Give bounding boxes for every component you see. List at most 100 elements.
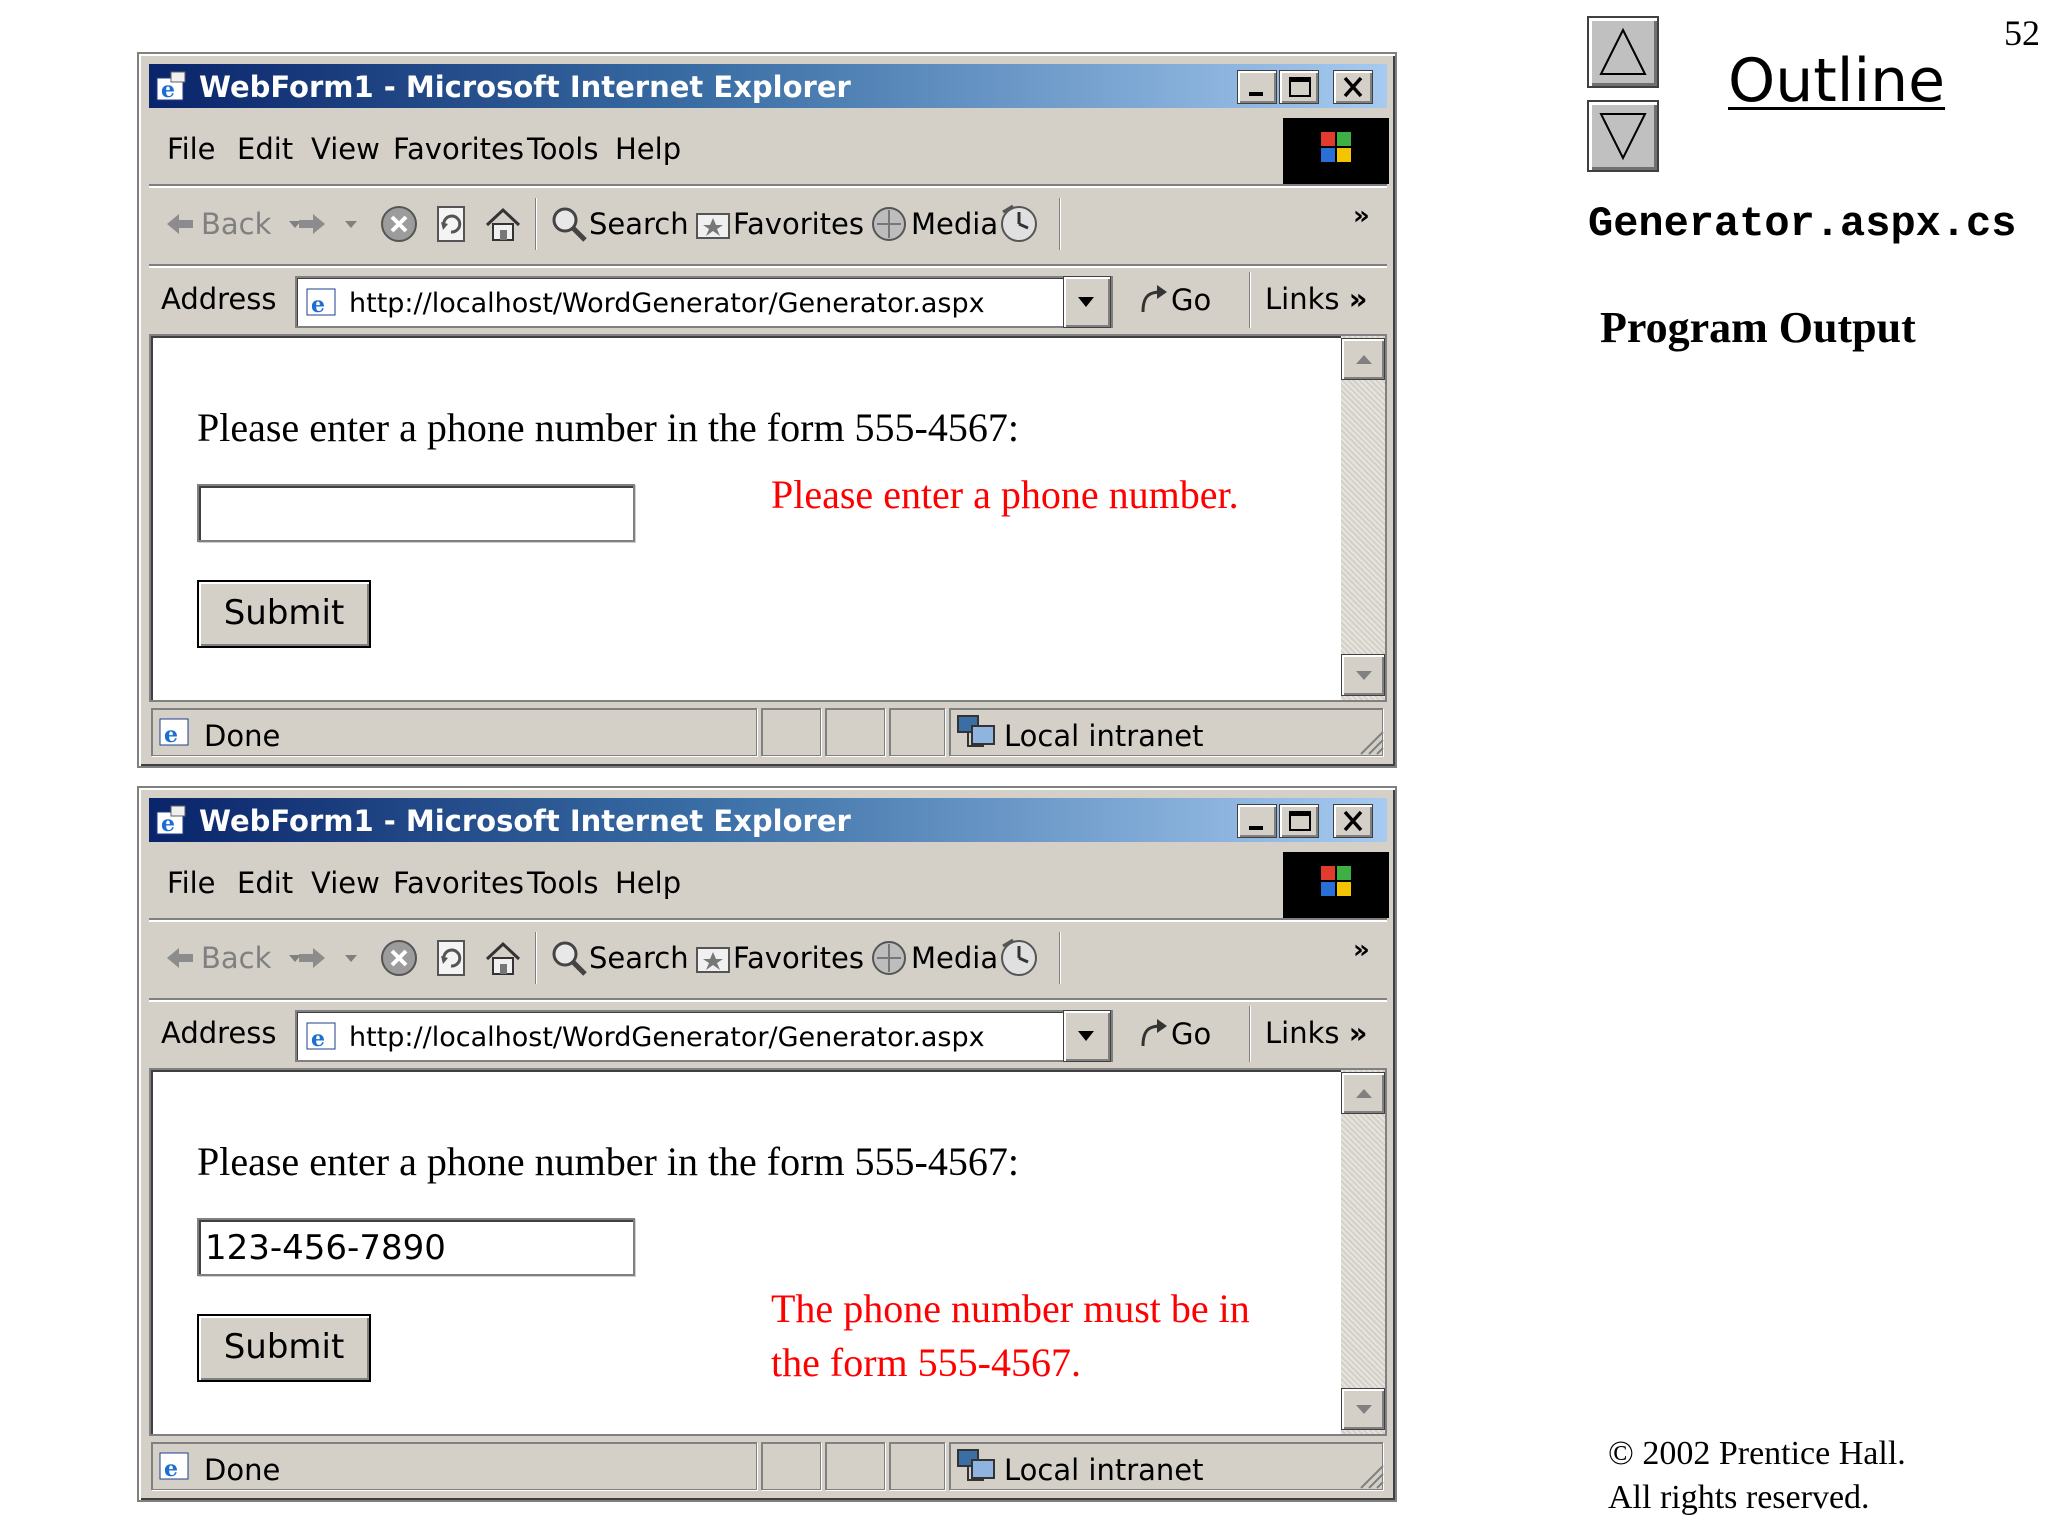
maximize-button[interactable] (1279, 70, 1319, 104)
favorites-button[interactable]: Favorites (693, 200, 864, 248)
title-bar[interactable]: e WebForm1 - Microsoft Internet Explorer (149, 798, 1387, 842)
history-button[interactable] (997, 934, 1041, 982)
chevron-down-icon (345, 955, 357, 962)
title-bar[interactable]: e WebForm1 - Microsoft Internet Explorer (149, 64, 1387, 108)
status-pane-empty (761, 1442, 821, 1490)
status-zone-pane: Local intranet (949, 708, 1383, 756)
close-button[interactable] (1333, 804, 1373, 838)
minimize-button[interactable] (1237, 70, 1277, 104)
menu-help[interactable]: Help (615, 132, 681, 166)
forward-arrow-icon (299, 214, 325, 234)
validation-error-message: The phone number must be in the form 555… (771, 1282, 1311, 1390)
toolbar-overflow-chevron[interactable]: » (1353, 192, 1370, 240)
back-label: Back (201, 207, 272, 241)
ie-logo-icon: e (156, 805, 186, 836)
vertical-scrollbar[interactable] (1341, 336, 1385, 700)
svg-text:e: e (164, 722, 178, 748)
status-zone-text: Local intranet (1004, 719, 1204, 753)
favorites-label: Favorites (733, 207, 864, 241)
address-url: http://localhost/WordGenerator/Generator… (349, 288, 985, 319)
svg-text:e: e (311, 1026, 325, 1052)
scroll-down-button[interactable] (1341, 1388, 1385, 1430)
nav-up-button[interactable] (1587, 16, 1659, 88)
refresh-button[interactable] (431, 200, 471, 248)
links-label: Links (1265, 282, 1340, 316)
outline-link[interactable]: Outline (1728, 46, 1945, 116)
search-button[interactable]: Search (549, 200, 689, 248)
home-button[interactable] (483, 934, 523, 982)
menu-tools[interactable]: Tools (527, 132, 598, 166)
page-content: Please enter a phone number in the form … (149, 1068, 1387, 1436)
scroll-up-arrow-icon (1356, 1089, 1372, 1098)
media-button[interactable]: Media (869, 934, 998, 982)
copyright-notice: © 2002 Prentice Hall. All rights reserve… (1608, 1432, 1906, 1520)
submit-button[interactable]: Submit (197, 580, 371, 648)
address-input[interactable]: e http://localhost/WordGenerator/Generat… (295, 276, 1113, 328)
back-button[interactable]: Back (163, 934, 311, 982)
forward-button[interactable] (295, 934, 367, 982)
submit-button[interactable]: Submit (197, 1314, 371, 1382)
menu-file[interactable]: File (167, 866, 216, 900)
search-button[interactable]: Search (549, 934, 689, 982)
address-dropdown-button[interactable] (1063, 276, 1111, 328)
nav-down-button[interactable] (1587, 100, 1659, 172)
toolbar-separator (535, 198, 537, 250)
phone-input[interactable]: 123-456-7890 (197, 1218, 635, 1276)
links-button[interactable]: Links » (1265, 282, 1367, 316)
stop-button[interactable] (379, 200, 419, 248)
address-bar: Address e http://localhost/WordGenerator… (149, 266, 1387, 332)
refresh-button[interactable] (431, 934, 471, 982)
scroll-down-button[interactable] (1341, 654, 1385, 696)
links-button[interactable]: Links » (1265, 1016, 1367, 1050)
maximize-button[interactable] (1279, 804, 1319, 838)
status-pane-empty (761, 708, 821, 756)
maximize-icon (1289, 811, 1311, 831)
ie-page-icon: e (306, 288, 336, 318)
address-url: http://localhost/WordGenerator/Generator… (349, 1022, 985, 1053)
toolbar-overflow-chevron[interactable]: » (1353, 926, 1370, 974)
menu-help[interactable]: Help (615, 866, 681, 900)
menu-view[interactable]: View (311, 132, 380, 166)
menu-view[interactable]: View (311, 866, 380, 900)
scroll-down-arrow-icon (1356, 1405, 1372, 1414)
address-label: Address (161, 282, 277, 316)
status-text: Done (204, 1453, 281, 1487)
home-button[interactable] (483, 200, 523, 248)
back-button[interactable]: Back (163, 200, 311, 248)
resize-grip-icon[interactable] (1357, 728, 1385, 756)
status-bar: e Done Local intranet (149, 1440, 1387, 1492)
error-line-1: The phone number must be in (771, 1286, 1250, 1331)
go-button[interactable]: Go (1135, 282, 1211, 318)
menu-favorites[interactable]: Favorites (393, 132, 524, 166)
search-label: Search (589, 207, 689, 241)
address-input[interactable]: e http://localhost/WordGenerator/Generat… (295, 1010, 1113, 1062)
history-button[interactable] (997, 200, 1041, 248)
vertical-scrollbar[interactable] (1341, 1070, 1385, 1434)
menu-file[interactable]: File (167, 132, 216, 166)
minimize-button[interactable] (1237, 804, 1277, 838)
forward-button[interactable] (295, 200, 367, 248)
go-button[interactable]: Go (1135, 1016, 1211, 1052)
phone-input[interactable] (197, 484, 635, 542)
resize-grip-icon[interactable] (1357, 1462, 1385, 1490)
scroll-up-button[interactable] (1341, 1072, 1385, 1114)
stop-button[interactable] (379, 934, 419, 982)
menu-favorites[interactable]: Favorites (393, 866, 524, 900)
phone-prompt: Please enter a phone number in the form … (197, 405, 1019, 450)
close-button[interactable] (1333, 70, 1373, 104)
favorites-button[interactable]: Favorites (693, 934, 864, 982)
go-label: Go (1171, 1017, 1212, 1051)
scroll-up-button[interactable] (1341, 338, 1385, 380)
menu-edit[interactable]: Edit (237, 132, 293, 166)
menu-edit[interactable]: Edit (237, 866, 293, 900)
menu-tools[interactable]: Tools (527, 866, 598, 900)
links-chevron: » (1348, 282, 1368, 316)
chevron-down-icon (345, 221, 357, 228)
media-button[interactable]: Media (869, 200, 998, 248)
address-dropdown-button[interactable] (1063, 1010, 1111, 1062)
status-pane-empty (825, 1442, 885, 1490)
status-pane-empty (825, 708, 885, 756)
file-name-heading: Generator.aspx.cs (1588, 200, 2017, 248)
address-separator (1249, 1006, 1251, 1062)
toolbar-separator (535, 932, 537, 984)
